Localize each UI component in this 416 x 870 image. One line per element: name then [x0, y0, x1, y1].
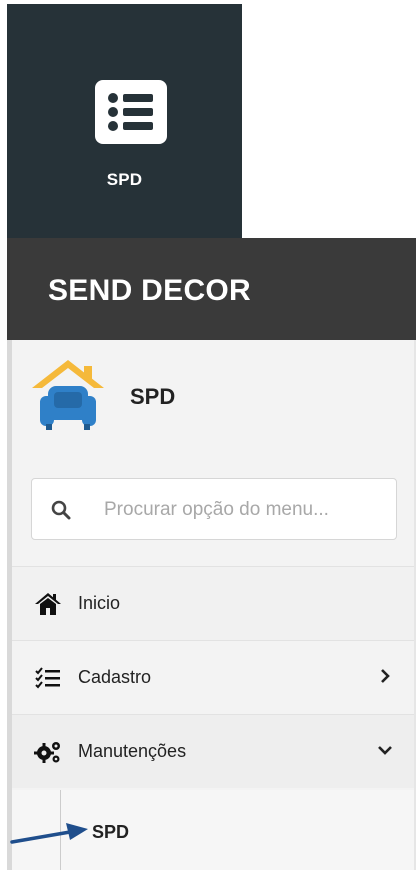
app-tile-spd[interactable]: SPD — [7, 4, 242, 238]
profile-name: SPD — [130, 384, 176, 409]
search-icon — [50, 499, 72, 521]
arrow-right-icon — [10, 822, 92, 850]
sidebar-item-label: Cadastro — [78, 667, 152, 687]
sidebar-item-manutencoes[interactable]: Manutenções — [12, 714, 414, 788]
sidebar-item-cadastro[interactable]: Cadastro — [12, 640, 414, 714]
top-header: SEND DECOR — [7, 238, 416, 340]
chevron-right-icon — [378, 669, 392, 683]
brand-title: SEND DECOR — [48, 274, 252, 307]
search-input[interactable] — [102, 493, 382, 527]
sidebar-menu: SPD Inicio — [7, 340, 416, 870]
chevron-down-icon — [378, 743, 392, 757]
sidebar-item-label: Inicio — [78, 593, 121, 613]
menu-search[interactable] — [31, 478, 397, 540]
list-icon — [95, 80, 167, 144]
submenu-item-spd[interactable]: SPD — [92, 822, 129, 843]
gears-icon — [34, 739, 62, 765]
checklist-icon — [34, 665, 62, 691]
sidebar-item-label: Manutenções — [78, 741, 187, 761]
app-tile-label: SPD — [106, 170, 143, 189]
armchair-house-logo — [30, 358, 106, 434]
home-icon — [34, 591, 62, 617]
sidebar-item-inicio[interactable]: Inicio — [12, 566, 414, 640]
